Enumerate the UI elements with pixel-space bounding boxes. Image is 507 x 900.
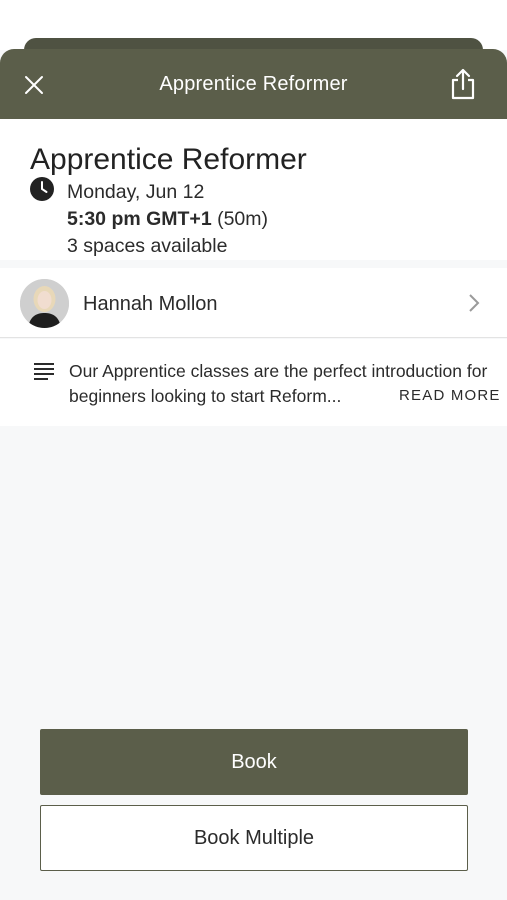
description-lines-icon [34, 363, 54, 380]
modal-header: Apprentice Reformer [0, 49, 507, 119]
clock-icon [30, 177, 54, 201]
close-button[interactable] [18, 69, 50, 101]
read-more-link[interactable]: READ MORE [393, 387, 501, 404]
header-title: Apprentice Reformer [159, 72, 348, 95]
share-icon [451, 68, 475, 100]
instructor-row[interactable]: Hannah Mollon [0, 268, 507, 338]
avatar-photo [20, 279, 69, 328]
class-info-section: Apprentice Reformer Monday, Jun 12 5:30 … [0, 119, 507, 260]
share-button[interactable] [446, 67, 480, 101]
avatar [20, 279, 69, 328]
class-title: Apprentice Reformer [30, 143, 307, 176]
instructor-name: Hannah Mollon [83, 293, 218, 315]
class-date: Monday, Jun 12 [67, 181, 205, 203]
chevron-right-icon [469, 294, 480, 312]
book-button[interactable]: Book [40, 729, 468, 795]
description-section: Our Apprentice classes are the perfect i… [0, 339, 507, 426]
spaces-available: 3 spaces available [67, 235, 228, 257]
book-multiple-button[interactable]: Book Multiple [40, 805, 468, 871]
class-duration: (50m) [217, 208, 269, 230]
class-detail-screen: Apprentice Reformer Apprentice Reformer … [0, 0, 507, 900]
class-time-row: 5:30 pm GMT+1 (50m) [67, 208, 268, 231]
close-icon [25, 76, 43, 94]
class-time: 5:30 pm GMT+1 [67, 208, 212, 230]
